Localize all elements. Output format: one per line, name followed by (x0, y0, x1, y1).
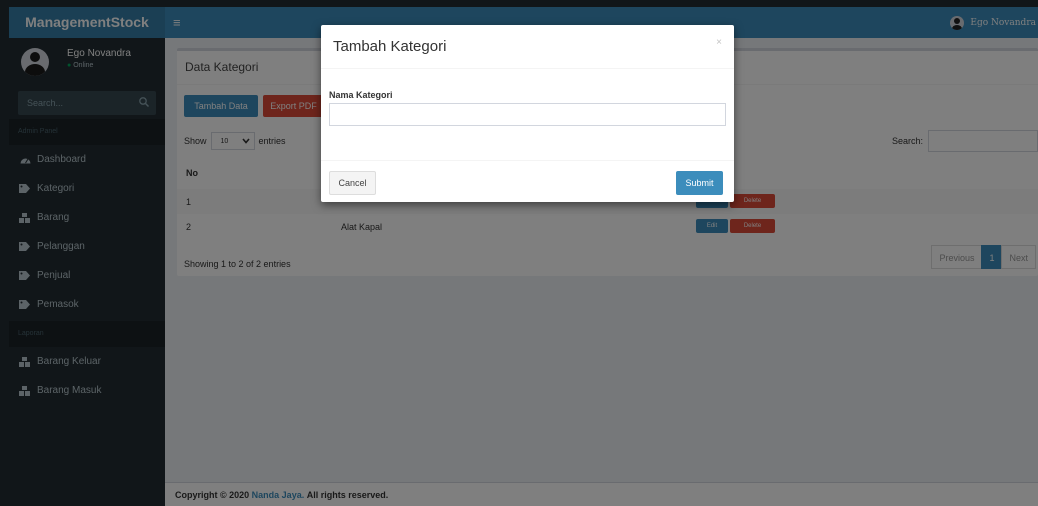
add-category-modal: Tambah Kategori × Nama Kategori Cancel S… (321, 25, 734, 202)
category-name-input[interactable] (329, 103, 726, 126)
modal-header-divider (321, 68, 734, 69)
cancel-button[interactable]: Cancel (329, 171, 376, 195)
close-icon[interactable]: × (716, 37, 722, 48)
submit-button[interactable]: Submit (676, 171, 723, 195)
modal-footer-divider (321, 160, 734, 161)
category-name-label: Nama Kategori (329, 90, 393, 100)
modal-title: Tambah Kategori (333, 38, 447, 55)
